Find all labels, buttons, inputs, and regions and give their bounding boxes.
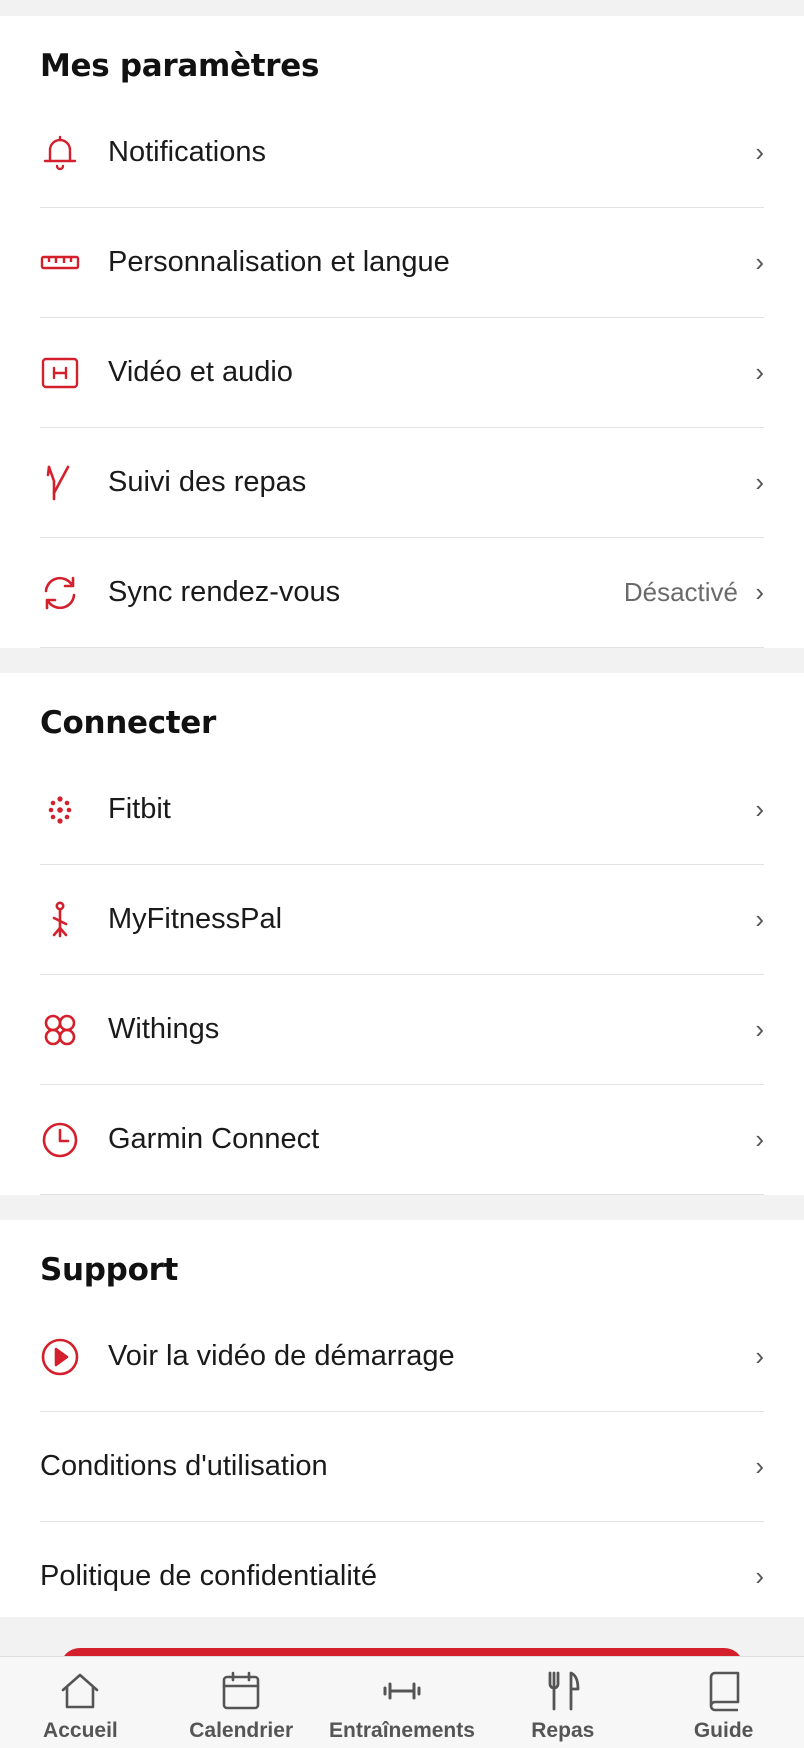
settings-item-label: Vidéo et audio (108, 356, 293, 388)
ruler-icon (40, 243, 80, 283)
support-item-terms[interactable]: Conditions d'utilisation › (40, 1412, 764, 1522)
settings-item-label: Notifications (108, 136, 266, 168)
nav-label: Entraînements (329, 1719, 475, 1742)
connect-item-label: Withings (108, 1013, 220, 1045)
chevron-right-icon: › (755, 137, 764, 167)
sync-icon (40, 573, 80, 613)
settings-item-sync-appointments[interactable]: Sync rendez-vous Désactivé › (40, 538, 764, 648)
video-frame-icon (40, 353, 80, 393)
support-item-privacy[interactable]: Politique de confidentialité › (40, 1522, 764, 1632)
chevron-right-icon: › (755, 1561, 764, 1591)
support-item-label: Conditions d'utilisation (40, 1450, 328, 1482)
chevron-right-icon: › (755, 1014, 764, 1044)
nav-item-guide[interactable]: Guide (643, 1657, 804, 1748)
support-item-startup-video[interactable]: Voir la vidéo de démarrage › (40, 1302, 764, 1412)
bottom-nav: Accueil Calendrier Entraînements Repas G… (0, 1656, 804, 1748)
settings-section-title: Mes paramètres (40, 48, 320, 84)
nav-label: Guide (693, 1719, 754, 1742)
home-icon (62, 1673, 99, 1709)
connect-item-label: Fitbit (108, 793, 171, 825)
book-icon (709, 1671, 739, 1712)
chevron-right-icon: › (755, 904, 764, 934)
connect-section: Connecter Fitbit › MyFitnessPal › Within… (0, 673, 804, 1195)
myfitnesspal-icon (40, 900, 80, 940)
support-section-title: Support (40, 1252, 179, 1288)
settings-item-notifications[interactable]: Notifications › (40, 98, 764, 208)
connect-item-fitbit[interactable]: Fitbit › (40, 755, 764, 865)
utensils-icon (548, 1671, 580, 1711)
chevron-right-icon: › (755, 467, 764, 497)
settings-item-personalization[interactable]: Personnalisation et langue › (40, 208, 764, 318)
dumbbell-icon (383, 1682, 421, 1700)
nav-item-meals[interactable]: Repas (482, 1657, 643, 1748)
connect-item-garmin[interactable]: Garmin Connect › (40, 1085, 764, 1195)
settings-item-label: Personnalisation et langue (108, 246, 450, 278)
bell-icon (40, 133, 80, 173)
settings-item-video-audio[interactable]: Vidéo et audio › (40, 318, 764, 428)
connect-item-label: Garmin Connect (108, 1123, 320, 1155)
play-circle-icon (40, 1337, 80, 1377)
nav-label: Calendrier (189, 1719, 294, 1742)
chevron-right-icon: › (755, 1341, 764, 1371)
nav-label: Accueil (43, 1719, 118, 1742)
fitbit-icon (40, 790, 80, 830)
top-strip (0, 0, 804, 16)
nav-item-home[interactable]: Accueil (0, 1657, 161, 1748)
settings-item-label: Sync rendez-vous (108, 576, 341, 608)
settings-item-label: Suivi des repas (108, 466, 307, 498)
section-gap (0, 1195, 804, 1220)
chevron-right-icon: › (755, 357, 764, 387)
connect-section-title: Connecter (40, 705, 217, 741)
chevron-right-icon: › (755, 577, 764, 607)
connect-item-myfitnesspal[interactable]: MyFitnessPal › (40, 865, 764, 975)
chevron-right-icon: › (755, 1451, 764, 1481)
support-item-label: Voir la vidéo de démarrage (108, 1340, 455, 1372)
support-item-label: Politique de confidentialité (40, 1560, 377, 1592)
chevron-right-icon: › (755, 794, 764, 824)
nav-item-workouts[interactable]: Entraînements (322, 1657, 483, 1748)
settings-page: Mes paramètres Notifications › Personnal… (0, 0, 804, 1748)
nav-item-calendar[interactable]: Calendrier (161, 1657, 322, 1748)
meal-tracking-icon (40, 463, 80, 503)
support-section: Support Voir la vidéo de démarrage › Con… (0, 1220, 804, 1632)
sync-status-value: Désactivé (623, 577, 738, 607)
chevron-right-icon: › (755, 247, 764, 277)
nav-label: Repas (531, 1719, 595, 1742)
garmin-clock-icon (40, 1120, 80, 1160)
calendar-icon (222, 1671, 260, 1710)
settings-item-meal-tracking[interactable]: Suivi des repas › (40, 428, 764, 538)
chevron-right-icon: › (755, 1124, 764, 1154)
withings-icon (40, 1010, 80, 1050)
section-gap (0, 648, 804, 673)
settings-section: Mes paramètres Notifications › Personnal… (0, 16, 804, 648)
connect-item-withings[interactable]: Withings › (40, 975, 764, 1085)
connect-item-label: MyFitnessPal (108, 903, 283, 935)
